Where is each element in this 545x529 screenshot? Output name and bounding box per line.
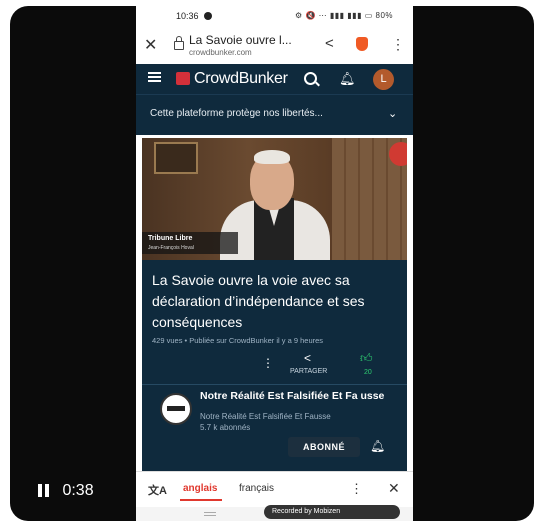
- subscriber-count: 5.7 k abonnés: [200, 423, 251, 432]
- playback-controls: 0:38: [38, 482, 94, 500]
- phone-screen: 10:36 ⚙ 🔇 ⋯ ▮▮▮ ▮▮▮ ▭ 80% ✕ La Savoie ou…: [136, 6, 413, 521]
- translate-more-icon[interactable]: ⋮: [350, 481, 363, 497]
- pause-icon[interactable]: [38, 484, 42, 498]
- site-banner[interactable]: Cette plateforme protège nos libertés...…: [136, 94, 413, 135]
- channel-bell-icon[interactable]: 🔔︎: [370, 439, 385, 453]
- status-bar: 10:36 ⚙ 🔇 ⋯ ▮▮▮ ▮▮▮ ▭ 80%: [136, 6, 413, 28]
- channel-subtitle: Notre Réalité Est Falsifiée Et Fausse: [200, 412, 331, 421]
- close-tab-icon[interactable]: ✕: [144, 35, 157, 55]
- like-icon[interactable]: 👍︎: [360, 351, 373, 366]
- share-icon[interactable]: <: [325, 35, 334, 52]
- chevron-down-icon[interactable]: ⌄: [388, 107, 397, 120]
- translate-icon[interactable]: 文A: [148, 482, 167, 498]
- status-time: 10:36: [176, 11, 199, 21]
- recents-icon[interactable]: [204, 512, 216, 513]
- recorder-watermark: Recorded by Mobizen: [264, 505, 400, 519]
- divider: [142, 384, 407, 385]
- site-brand[interactable]: CrowdBunker: [194, 70, 288, 88]
- channel-watermark-icon: [389, 142, 407, 166]
- lock-icon: [174, 36, 184, 50]
- video-title: La Savoie ouvre la voie avec sa déclarat…: [152, 272, 365, 330]
- page-domain[interactable]: crowdbunker.com: [189, 48, 252, 57]
- hamburger-menu-icon[interactable]: [148, 72, 161, 74]
- video-meta: 429 vues • Publiée sur CrowdBunker il y …: [152, 336, 324, 345]
- tab-french[interactable]: français: [239, 483, 274, 494]
- elapsed-time: 0:38: [62, 482, 94, 499]
- banner-text: Cette plateforme protège nos libertés...: [150, 108, 323, 119]
- share-video-icon[interactable]: <: [304, 351, 311, 365]
- video-details: La Savoie ouvre la voie avec sa déclarat…: [142, 260, 407, 471]
- notifications-bell-icon[interactable]: 🔔︎: [339, 71, 356, 87]
- translate-close-icon[interactable]: ✕: [388, 480, 400, 497]
- tab-english[interactable]: anglais: [183, 483, 217, 494]
- android-nav-bar: Recorded by Mobizen: [136, 505, 413, 521]
- search-icon[interactable]: [304, 72, 317, 85]
- video-thumbnail[interactable]: Tribune Libre Jean-François Hoval: [142, 138, 407, 260]
- translate-bar: 文A anglais français ⋮ ✕: [136, 471, 413, 508]
- status-indicators: ⚙ 🔇 ⋯ ▮▮▮ ▮▮▮ ▭ 80%: [295, 11, 393, 20]
- share-button-label[interactable]: PARTAGER: [290, 368, 327, 375]
- browser-menu-icon[interactable]: ⋮: [391, 36, 405, 53]
- lower-third-name: Jean-François Hoval: [148, 245, 194, 251]
- video-player-frame[interactable]: 10:36 ⚙ 🔇 ⋯ ▮▮▮ ▮▮▮ ▭ 80% ✕ La Savoie ou…: [10, 6, 534, 521]
- brave-shield-icon[interactable]: [356, 37, 368, 51]
- subscribe-button[interactable]: ABONNÉ: [288, 437, 360, 457]
- speaker-hair: [254, 150, 290, 164]
- site-header: CrowdBunker 🔔︎ L: [136, 64, 413, 94]
- page-title[interactable]: La Savoie ouvre l...: [189, 33, 292, 47]
- channel-name[interactable]: Notre Réalité Est Falsifiée Et Fa usse: [200, 391, 400, 402]
- lower-third: Tribune Libre Jean-François Hoval: [142, 232, 238, 254]
- channel-avatar[interactable]: [160, 393, 192, 425]
- lower-third-title: Tribune Libre: [148, 235, 193, 242]
- active-tab-underline: [180, 499, 222, 501]
- user-avatar[interactable]: L: [373, 69, 394, 90]
- like-count: 20: [364, 369, 372, 376]
- wall-picture: [154, 142, 198, 174]
- browser-url-bar: ✕ La Savoie ouvre l... crowdbunker.com <…: [136, 28, 413, 64]
- notification-dot-icon: [204, 12, 212, 20]
- more-options-icon[interactable]: ⋮: [262, 356, 274, 370]
- crowdbunker-logo-icon[interactable]: [176, 72, 190, 85]
